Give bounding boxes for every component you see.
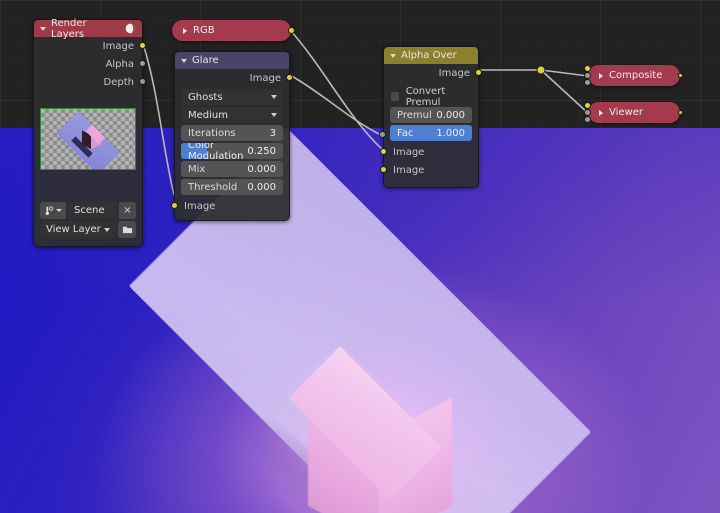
socket-label: Image <box>102 40 134 52</box>
view-layer-label: View Layer <box>46 224 101 235</box>
render-layers-footer: Scene × View Layer <box>34 175 142 246</box>
socket-label: Alpha <box>105 58 134 70</box>
value-socket[interactable] <box>584 79 591 86</box>
field-label: Color Modulation <box>188 143 244 159</box>
image-socket[interactable] <box>475 69 482 76</box>
checkbox-label: Convert Premul <box>405 85 446 108</box>
glare-body: Image Ghosts Medium Iterations 3 Color M… <box>171 69 293 220</box>
scene-name-field[interactable]: Scene <box>68 202 117 219</box>
output-image[interactable]: Image <box>34 37 146 55</box>
field-value: 0.000 <box>247 181 276 193</box>
node-viewer[interactable]: Viewer <box>584 102 683 123</box>
collapse-triangle-icon[interactable] <box>390 53 396 58</box>
input-image[interactable]: Image <box>171 197 289 215</box>
checkbox-icon[interactable] <box>390 91 400 102</box>
mix-field[interactable]: Mix 0.000 <box>181 161 283 177</box>
fac-slider[interactable]: Fac 1.000 <box>390 125 472 141</box>
value-socket[interactable] <box>584 72 591 79</box>
node-composite[interactable]: Composite <box>584 65 683 86</box>
chevron-down-icon <box>271 95 277 99</box>
collapse-triangle-icon[interactable] <box>40 26 46 31</box>
glare-quality-dropdown[interactable]: Medium <box>181 107 283 123</box>
image-socket[interactable] <box>380 148 387 155</box>
glare-type-dropdown[interactable]: Ghosts <box>181 89 283 105</box>
render-preview-thumbnail[interactable] <box>40 108 136 170</box>
glowing-cube <box>256 318 526 513</box>
value-socket[interactable] <box>584 116 591 123</box>
glare-type-label: Ghosts <box>188 91 223 103</box>
render-layers-icon <box>125 23 136 34</box>
field-value: 0.000 <box>247 163 276 175</box>
output-socket[interactable] <box>678 109 683 115</box>
render-layers-body: Image Alpha Depth Scene × View Layer <box>34 37 146 246</box>
socket-label: Image <box>393 164 425 176</box>
node-rgb[interactable]: RGB <box>172 20 295 41</box>
image-socket[interactable] <box>171 202 178 209</box>
render-layer-icon[interactable] <box>118 221 136 238</box>
image-socket[interactable] <box>139 42 146 49</box>
glare-quality-label: Medium <box>188 109 228 121</box>
field-value: 0.250 <box>247 145 276 157</box>
field-label: Premul <box>397 109 432 121</box>
convert-premul-row[interactable]: Convert Premul <box>390 86 472 108</box>
expand-triangle-icon[interactable] <box>599 109 603 116</box>
image-socket[interactable] <box>584 65 591 72</box>
color-modulation-slider[interactable]: Color Modulation 0.250 <box>181 143 283 159</box>
collapse-triangle-icon[interactable] <box>181 58 187 63</box>
input-image-bottom[interactable]: Image <box>380 161 478 179</box>
node-title: Alpha Over <box>401 50 457 61</box>
glare-header[interactable]: Glare <box>175 52 289 69</box>
node-glare[interactable]: Glare Image Ghosts Medium Iterations 3 C… <box>171 51 293 221</box>
clear-scene-button[interactable]: × <box>119 202 136 219</box>
node-title: Viewer <box>609 107 643 118</box>
chevron-down-icon <box>271 113 277 117</box>
socket-label: Image <box>249 72 281 84</box>
render-layers-header[interactable]: Render Layers <box>34 18 142 40</box>
threshold-field[interactable]: Threshold 0.000 <box>181 179 283 195</box>
node-title: Composite <box>609 70 663 81</box>
view-layer-row[interactable]: View Layer <box>40 221 136 238</box>
image-socket[interactable] <box>584 102 591 109</box>
socket-label: Image <box>438 67 470 79</box>
field-value: 3 <box>269 127 276 139</box>
socket-label: Depth <box>103 76 134 88</box>
image-socket[interactable] <box>286 74 293 81</box>
node-render-layers[interactable]: Render Layers Image Alpha Depth Scene × … <box>33 18 146 247</box>
premul-field[interactable]: Premul 0.000 <box>390 107 472 123</box>
expand-triangle-icon[interactable] <box>183 27 187 34</box>
compositor-root: Render Layers Image Alpha Depth Scene × … <box>0 0 720 513</box>
field-value: 1.000 <box>436 127 465 139</box>
value-socket[interactable] <box>139 78 146 85</box>
image-socket[interactable] <box>288 26 295 34</box>
socket-label: Image <box>184 200 216 212</box>
node-title: RGB <box>193 25 215 36</box>
view-layer-field[interactable]: View Layer <box>40 221 116 238</box>
iterations-field[interactable]: Iterations 3 <box>181 125 283 141</box>
field-value: 0.000 <box>436 109 465 121</box>
scene-icon[interactable] <box>40 202 66 219</box>
alpha-over-body: Image Convert Premul Premul 0.000 Fac 1.… <box>379 64 482 187</box>
field-label: Mix <box>188 163 206 175</box>
expand-triangle-icon[interactable] <box>599 72 603 79</box>
socket-label: Image <box>393 146 425 158</box>
node-alpha-over[interactable]: Alpha Over Image Convert Premul Premul 0… <box>379 46 482 188</box>
alpha-over-header[interactable]: Alpha Over <box>384 47 478 64</box>
output-socket[interactable] <box>678 72 683 78</box>
field-label: Threshold <box>188 181 238 193</box>
value-socket[interactable] <box>584 109 591 116</box>
output-image[interactable]: Image <box>384 64 482 82</box>
scene-selector-row[interactable]: Scene × <box>40 202 136 219</box>
node-title: Glare <box>192 55 219 66</box>
field-label: Iterations <box>188 127 236 139</box>
value-socket[interactable] <box>139 60 146 67</box>
output-alpha[interactable]: Alpha <box>34 55 146 73</box>
output-depth[interactable]: Depth <box>34 73 146 91</box>
field-label: Fac <box>397 127 414 139</box>
image-socket[interactable] <box>380 166 387 173</box>
value-socket[interactable] <box>379 131 386 138</box>
output-image[interactable]: Image <box>175 69 293 87</box>
chevron-down-icon <box>104 227 110 232</box>
input-image-top[interactable]: Image <box>380 143 478 161</box>
